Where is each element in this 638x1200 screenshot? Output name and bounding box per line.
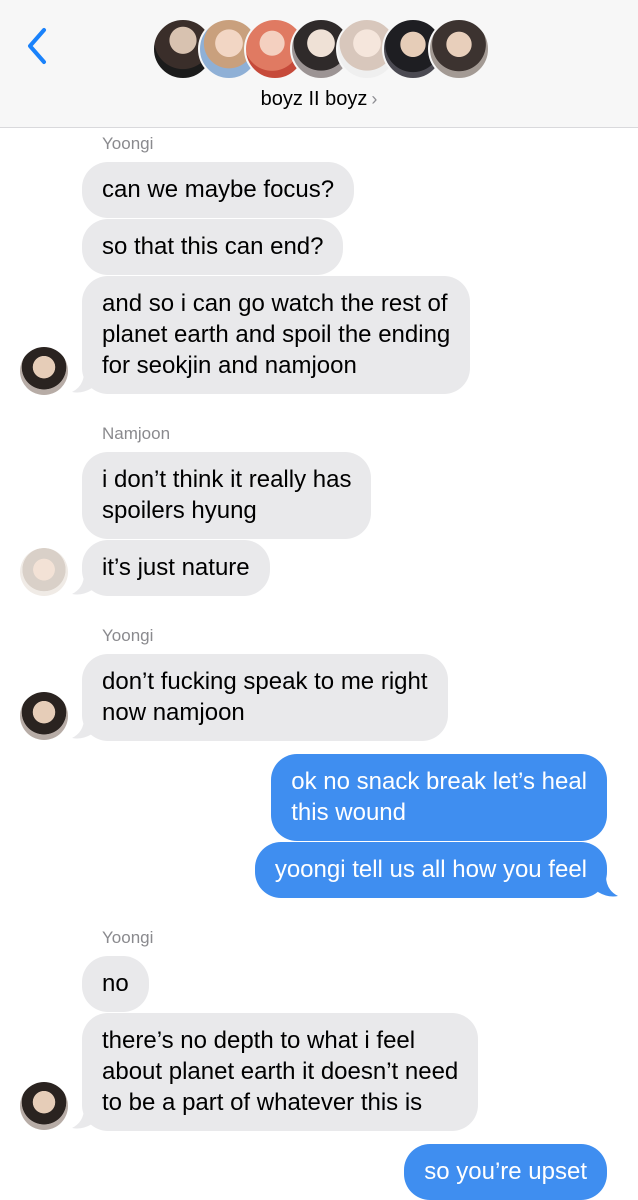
bubble-tail (72, 1108, 92, 1129)
message-bubble[interactable]: so you’re upset (404, 1144, 607, 1200)
conversation-header: boyz II boyz › (0, 0, 638, 128)
bubble-tail (72, 372, 92, 393)
sender-name: Yoongi (102, 626, 154, 645)
message-bubble[interactable]: can we maybe focus? (82, 162, 355, 218)
sender-name: Yoongi (102, 928, 154, 947)
avatar[interactable] (20, 692, 68, 740)
message-bubble[interactable]: it’s just nature (82, 540, 270, 596)
chevron-left-icon (28, 28, 46, 64)
bubble-tail (72, 574, 92, 595)
message-bubble[interactable]: ok no snack break let’s heal this wound (271, 754, 607, 841)
chevron-right-icon: › (371, 89, 378, 109)
avatar[interactable] (20, 1082, 68, 1130)
back-button[interactable] (20, 24, 54, 68)
message-bubble[interactable]: and so i can go watch the rest of planet… (82, 276, 471, 394)
group-title[interactable]: boyz II boyz › (0, 88, 638, 111)
group-avatars[interactable] (152, 18, 492, 84)
avatar[interactable] (20, 548, 68, 596)
message-bubble[interactable]: there’s no depth to what i feel about pl… (82, 1013, 479, 1131)
bubble-tail (598, 876, 618, 897)
message-bubble[interactable]: yoongi tell us all how you feel (254, 842, 607, 898)
group-name-label: boyz II boyz (260, 88, 368, 110)
sender-name: Namjoon (102, 424, 171, 443)
avatar[interactable] (20, 347, 68, 395)
message-bubble[interactable]: no (82, 956, 149, 1012)
message-bubble[interactable]: don’t fucking speak to me right now namj… (82, 654, 448, 741)
avatar (428, 18, 490, 80)
message-bubble[interactable]: i don’t think it really has spoilers hyu… (82, 452, 372, 539)
bubble-tail (72, 718, 92, 739)
message-bubble[interactable]: so that this can end? (82, 219, 344, 275)
sender-name: Yoongi (102, 134, 154, 153)
